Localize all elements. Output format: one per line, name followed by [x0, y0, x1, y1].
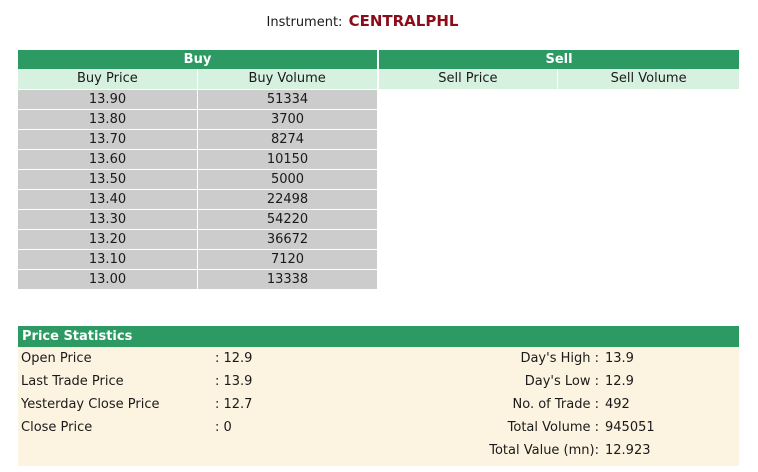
buy-price-cell: 13.20	[18, 230, 197, 249]
last-trade-price-value: : 13.9	[215, 374, 253, 389]
buy-price-cell: 13.40	[18, 190, 197, 209]
table-row: 13.50 5000	[18, 169, 377, 189]
table-row: 13.60 10150	[18, 149, 377, 169]
buy-header: Buy	[18, 50, 377, 69]
no-of-trade-value: 492	[605, 397, 630, 412]
buy-volume-cell: 13338	[198, 270, 377, 289]
yesterday-close-price-value: : 12.7	[215, 397, 253, 412]
price-statistics-panel: Price Statistics Open Price : 12.9 Day's…	[18, 326, 739, 466]
no-of-trade-label: No. of Trade :	[512, 397, 599, 412]
buy-price-cell: 13.10	[18, 250, 197, 269]
buy-volume-cell: 3700	[198, 110, 377, 129]
close-price-label: Close Price	[21, 420, 93, 435]
stat-row: Yesterday Close Price : 12.7 No. of Trad…	[18, 393, 739, 416]
last-trade-price-label: Last Trade Price	[21, 374, 124, 389]
stat-row: Last Trade Price : 13.9 Day's Low : 12.9	[18, 370, 739, 393]
market-depth-table: Buy Sell Buy Price Buy Volume Sell Price…	[18, 50, 739, 289]
buy-price-cell: 13.60	[18, 150, 197, 169]
buy-rows: 13.90 51334 13.80 3700 13.70 8274 13.60 1015…	[18, 89, 377, 289]
open-price-value: : 12.9	[215, 351, 253, 366]
buy-volume-cell: 51334	[198, 90, 377, 109]
instrument-symbol: CENTRALPHL	[348, 12, 459, 30]
sell-header: Sell	[379, 50, 739, 69]
instrument-title: Instrument: CENTRALPHL	[0, 12, 725, 30]
stat-row: Total Value (mn): 12.923	[18, 439, 739, 462]
yesterday-close-price-label: Yesterday Close Price	[21, 397, 160, 412]
total-volume-label: Total Volume :	[507, 420, 599, 435]
col-buy-volume: Buy Volume	[197, 69, 377, 89]
buy-price-cell: 13.70	[18, 130, 197, 149]
total-value-value: 12.923	[605, 443, 651, 458]
table-row: 13.10 7120	[18, 249, 377, 269]
table-row: 13.80 3700	[18, 109, 377, 129]
total-volume-value: 945051	[605, 420, 655, 435]
table-row: 13.40 22498	[18, 189, 377, 209]
buy-volume-cell: 8274	[198, 130, 377, 149]
table-row: 13.20 36672	[18, 229, 377, 249]
price-statistics-header: Price Statistics	[18, 326, 739, 347]
buy-price-cell: 13.00	[18, 270, 197, 289]
days-high-value: 13.9	[605, 351, 634, 366]
days-high-label: Day's High :	[520, 351, 599, 366]
buy-price-cell: 13.50	[18, 170, 197, 189]
buy-volume-cell: 10150	[198, 150, 377, 169]
stat-row: Open Price : 12.9 Day's High : 13.9	[18, 347, 739, 370]
total-value-label: Total Value (mn):	[489, 443, 599, 458]
price-statistics-body: Open Price : 12.9 Day's High : 13.9 Last…	[18, 347, 739, 466]
table-row: 13.70 8274	[18, 129, 377, 149]
open-price-label: Open Price	[21, 351, 92, 366]
instrument-label: Instrument:	[266, 15, 343, 30]
buy-price-cell: 13.90	[18, 90, 197, 109]
col-sell-price: Sell Price	[378, 69, 558, 89]
days-low-value: 12.9	[605, 374, 634, 389]
close-price-value: : 0	[215, 420, 232, 435]
table-row: 13.90 51334	[18, 89, 377, 109]
buy-volume-cell: 54220	[198, 210, 377, 229]
col-buy-price: Buy Price	[18, 69, 197, 89]
buy-volume-cell: 5000	[198, 170, 377, 189]
buy-volume-cell: 7120	[198, 250, 377, 269]
buy-price-cell: 13.30	[18, 210, 197, 229]
days-low-label: Day's Low :	[524, 374, 599, 389]
table-row: 13.30 54220	[18, 209, 377, 229]
buy-price-cell: 13.80	[18, 110, 197, 129]
buy-volume-cell: 22498	[198, 190, 377, 209]
col-sell-volume: Sell Volume	[558, 69, 739, 89]
stat-row: Close Price : 0 Total Volume : 945051	[18, 416, 739, 439]
table-row: 13.00 13338	[18, 269, 377, 289]
buy-volume-cell: 36672	[198, 230, 377, 249]
